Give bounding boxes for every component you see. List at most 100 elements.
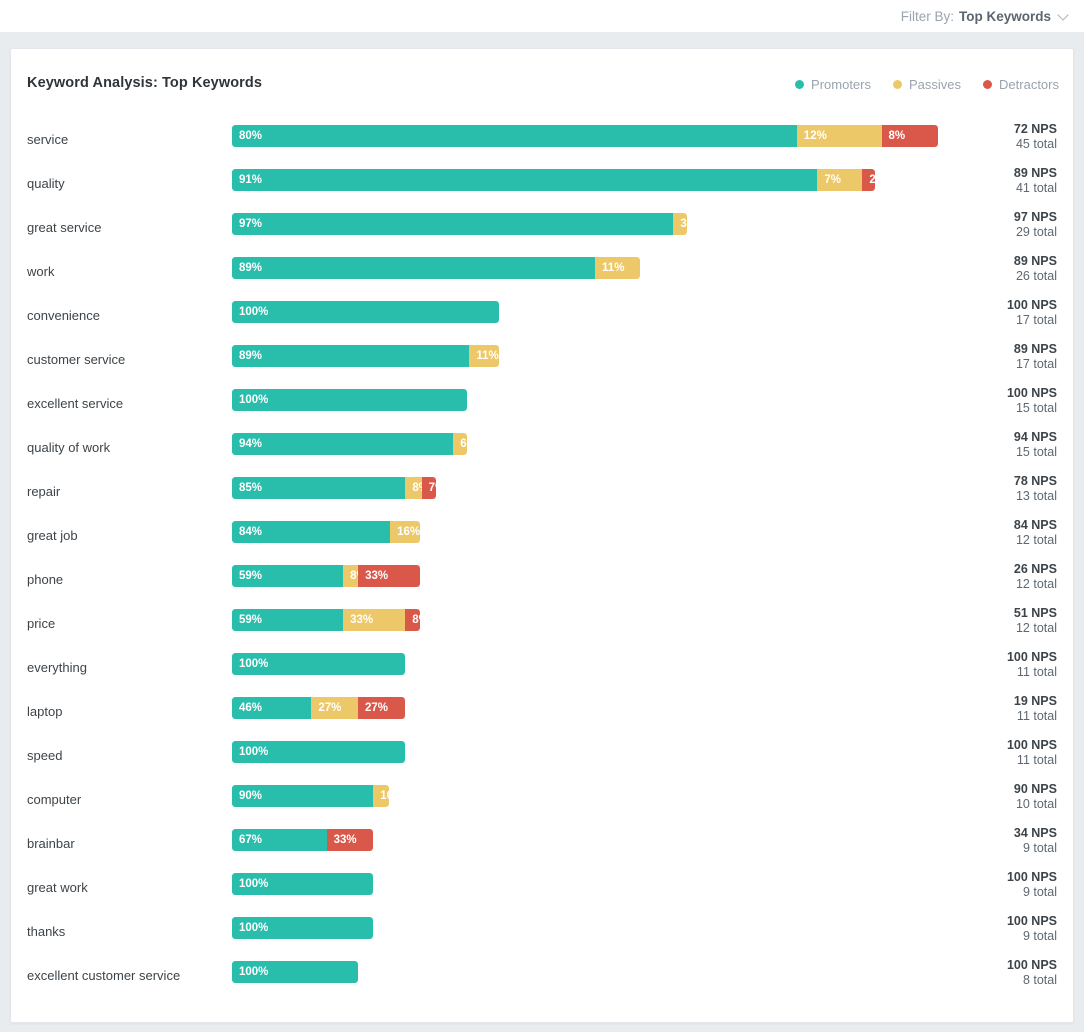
keyword-row[interactable]: phone 59% 8% 33% 26 NPS12 total (11, 559, 1073, 603)
bar-segment-promoters[interactable]: 85% (232, 477, 406, 499)
legend-item-passives[interactable]: Passives (893, 77, 961, 92)
bar-segment-promoters[interactable]: 89% (232, 345, 470, 367)
response-total: 17 total (1015, 313, 1057, 327)
legend-item-detractors[interactable]: Detractors (983, 77, 1059, 92)
bar-segment-label: 97% (239, 218, 263, 230)
keyword-row[interactable]: great work 100% 100 NPS 9 total (11, 867, 1073, 911)
keyword-row[interactable]: brainbar 67% 33% 34 NPS 9 total (11, 823, 1073, 867)
bar-segment-promoters[interactable]: 91% (232, 169, 818, 191)
bar-segment-passives[interactable]: 11% (469, 345, 499, 367)
sentiment-bar: 100% (232, 389, 468, 411)
bar-segment-passives[interactable]: 33% (343, 609, 406, 631)
bar-segment-promoters[interactable]: 67% (232, 829, 327, 851)
response-total: 11 total (1016, 665, 1057, 679)
keyword-label: great job (27, 528, 78, 543)
row-stats: 84 NPS 12 total (1014, 518, 1057, 548)
bar-segment-promoters[interactable]: 59% (232, 565, 344, 587)
card-header: Keyword Analysis: Top Keywords Promoters… (11, 49, 1073, 107)
sentiment-bar: 91% 7% 2% (232, 169, 876, 191)
keyword-row[interactable]: laptop 46% 27% 27% 19 NPS 11 total (11, 691, 1073, 735)
response-total: 12 total (1015, 533, 1057, 547)
keyword-row[interactable]: excellent service 100% 100 NPS 15 total (11, 383, 1073, 427)
sentiment-bar: 80% 12% 8% (232, 125, 938, 147)
row-stats: 89 NPS 17 total (1014, 342, 1057, 372)
bar-segment-promoters[interactable]: 100% (232, 389, 468, 411)
bar-segment-detractors[interactable]: 27% (357, 697, 405, 719)
bar-segment-label: 100% (239, 394, 269, 406)
keyword-row[interactable]: everything 100% 100 NPS 11 total (11, 647, 1073, 691)
keyword-row[interactable]: computer 90% 10% 90 NPS10 total (11, 779, 1073, 823)
bar-segment-detractors[interactable]: 8% (405, 609, 421, 631)
bar-segment-label: 91% (239, 174, 263, 186)
response-total: 11 total (1016, 753, 1057, 767)
bar-segment-detractors[interactable]: 8% (881, 125, 938, 147)
response-total: 15 total (1015, 445, 1057, 459)
sentiment-bar: 84% 16% (232, 521, 421, 543)
keyword-label: customer service (27, 352, 126, 367)
keyword-row[interactable]: customer service 89% 11% 89 NPS 17 total (11, 339, 1073, 383)
legend-item-promoters[interactable]: Promoters (795, 77, 871, 92)
bar-segment-passives[interactable]: 27% (311, 697, 358, 719)
keyword-row[interactable]: quality 91% 7% 2% 89 NPS41 total (11, 163, 1073, 207)
bar-segment-promoters[interactable]: 100% (232, 961, 358, 983)
keyword-row[interactable]: service 80% 12% 8% 72 NPS 45 total (11, 119, 1073, 163)
nps-score: 94 NPS (1013, 430, 1057, 444)
bar-segment-promoters[interactable]: 90% (232, 785, 374, 807)
bar-segment-detractors[interactable]: 33% (358, 565, 421, 587)
keyword-row[interactable]: excellent customer service 100% 100 NPS 8 t… (11, 955, 1073, 999)
bar-segment-promoters[interactable]: 100% (232, 741, 405, 763)
keyword-label: work (27, 264, 55, 279)
bar-segment-label: 33% (333, 834, 357, 846)
bar-segment-promoters[interactable]: 97% (232, 213, 674, 235)
keyword-row[interactable]: work 89% 11% 89 NPS 26 total (11, 251, 1073, 295)
bar-segment-promoters[interactable]: 100% (232, 653, 405, 675)
response-total: 12 total (1015, 621, 1057, 635)
bar-segment-promoters[interactable]: 89% (232, 257, 596, 279)
response-total: 11 total (1016, 709, 1057, 723)
sentiment-bar: 97% 3% (232, 213, 687, 235)
keyword-row[interactable]: great job 84% 16% 84 NPS 12 total (11, 515, 1073, 559)
bar-segment-passives[interactable]: 7% (817, 169, 863, 191)
keyword-row[interactable]: speed 100% 100 NPS 11 total (11, 735, 1073, 779)
filter-by-dropdown[interactable]: Filter By: Top Keywords (901, 9, 1070, 24)
bar-segment-promoters[interactable]: 100% (232, 301, 499, 323)
sentiment-bar: 100% (232, 653, 405, 675)
bar-segment-passives[interactable]: 16% (390, 521, 421, 543)
bar-segment-passives[interactable]: 11% (595, 257, 640, 279)
bar-segment-detractors[interactable]: 7% (421, 477, 436, 499)
keyword-label: great service (27, 220, 102, 235)
keyword-row[interactable]: great service 97% 3% 97 NPS29 total (11, 207, 1073, 251)
bar-segment-promoters[interactable]: 100% (232, 873, 374, 895)
bar-segment-label: 7% (824, 174, 841, 186)
sentiment-bar: 100% (232, 961, 358, 983)
bar-segment-passives[interactable]: 8% (343, 565, 359, 587)
bar-segment-promoters[interactable]: 80% (232, 125, 797, 147)
keyword-row[interactable]: price 59% 33% 8% 51 NPS12 total (11, 603, 1073, 647)
keyword-row[interactable]: repair 85% 8% 7% 78 NPS13 total (11, 471, 1073, 515)
keyword-label: thanks (27, 924, 66, 939)
bar-segment-detractors[interactable]: 2% (862, 169, 876, 191)
keyword-row[interactable]: thanks 100% 100 NPS 9 total (11, 911, 1073, 955)
bar-segment-passives[interactable]: 6% (453, 433, 468, 455)
row-stats: 72 NPS 45 total (1014, 122, 1057, 152)
row-stats: 100 NPS 9 total (1007, 870, 1057, 900)
bar-segment-passives[interactable]: 3% (673, 213, 687, 235)
bar-segment-promoters[interactable]: 84% (232, 521, 391, 543)
sentiment-bar: 59% 8% 33% (232, 565, 421, 587)
bar-segment-passives[interactable]: 8% (405, 477, 422, 499)
bar-segment-promoters[interactable]: 100% (232, 917, 374, 939)
keyword-row[interactable]: quality of work 94% 6% 94 NPS15 total (11, 427, 1073, 471)
keyword-row[interactable]: convenience 100% 100 NPS 17 total (11, 295, 1073, 339)
keyword-label: repair (27, 484, 61, 499)
keyword-label: laptop (27, 704, 63, 719)
bar-segment-passives[interactable]: 12% (796, 125, 882, 147)
bar-segment-promoters[interactable]: 59% (232, 609, 344, 631)
bar-segment-promoters[interactable]: 94% (232, 433, 454, 455)
response-total: 17 total (1015, 357, 1057, 371)
nps-score: 100 NPS (1006, 650, 1057, 664)
filter-by-label: Filter By: (900, 8, 954, 24)
bar-segment-passives[interactable]: 10% (373, 785, 389, 807)
bar-segment-detractors[interactable]: 33% (326, 829, 374, 851)
bar-segment-promoters[interactable]: 46% (232, 697, 312, 719)
bar-segment-label: 10% (380, 790, 389, 802)
